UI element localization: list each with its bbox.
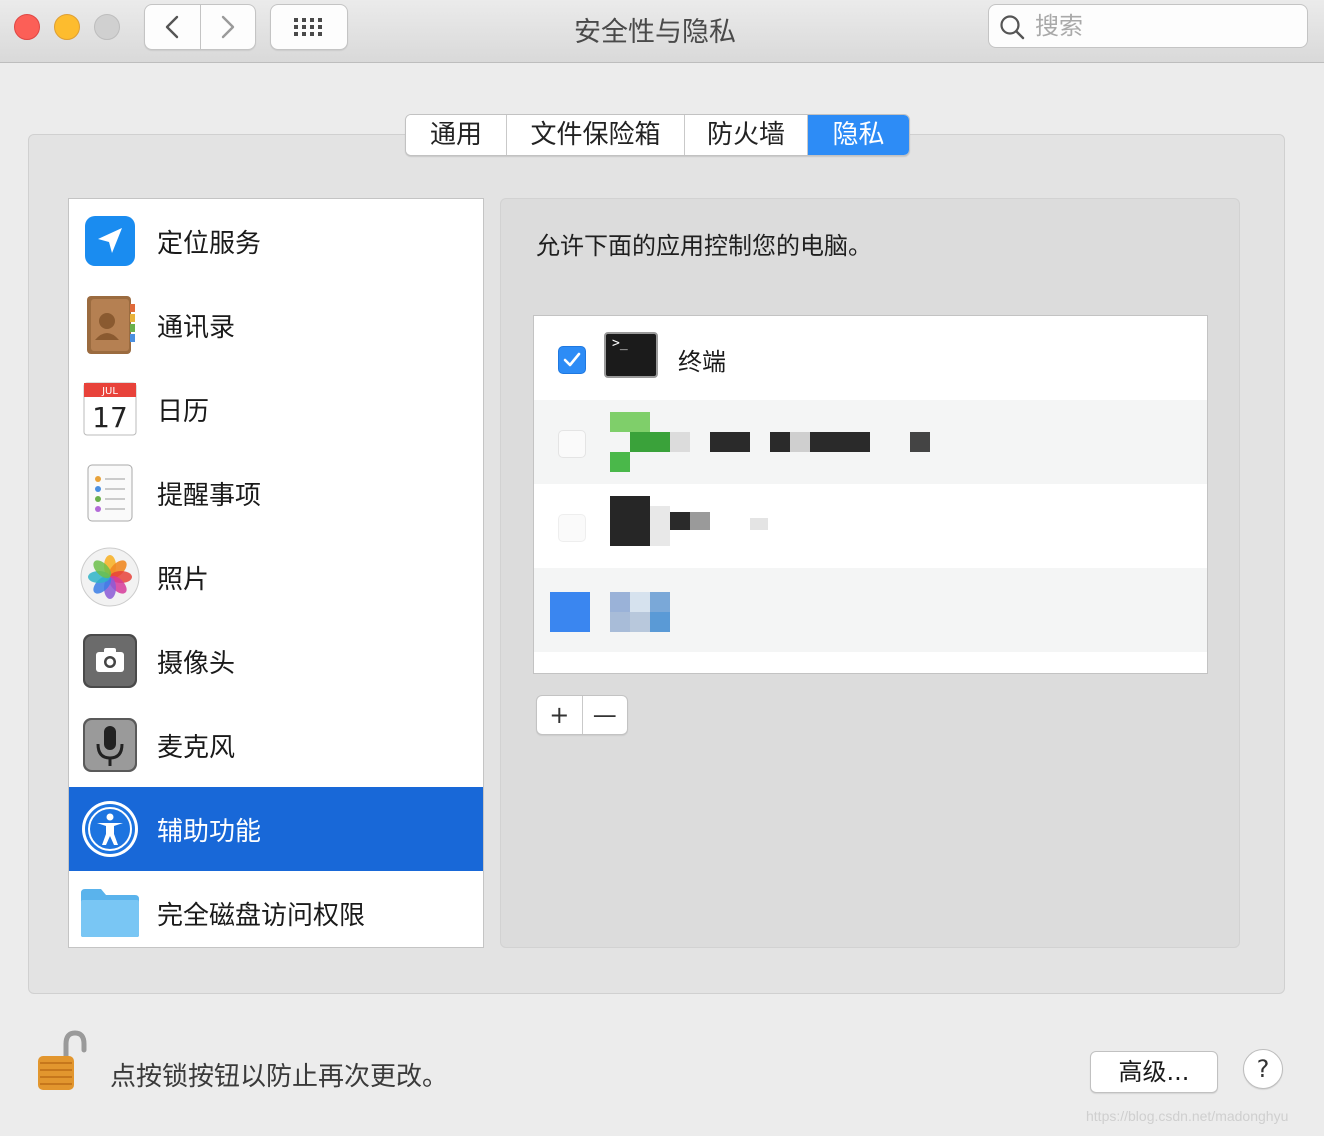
back-button[interactable]: [145, 5, 200, 49]
sidebar-item-camera[interactable]: 摄像头: [69, 619, 483, 703]
search-field[interactable]: [988, 4, 1308, 48]
sidebar-item-location-services[interactable]: 定位服务: [69, 199, 483, 283]
navigation-buttons: [144, 4, 256, 50]
camera-icon: [79, 630, 141, 692]
sidebar-item-microphone[interactable]: 麦克风: [69, 703, 483, 787]
sidebar-item-label: 提醒事项: [157, 480, 262, 511]
search-input[interactable]: [1033, 9, 1297, 43]
show-all-button[interactable]: [270, 4, 348, 50]
app-name: 终端: [678, 348, 726, 376]
checkmark-icon: [563, 352, 581, 367]
advanced-button[interactable]: 高级...: [1090, 1051, 1218, 1093]
sidebar-item-contacts[interactable]: 通讯录: [69, 283, 483, 367]
calendar-day-text: 17: [92, 401, 128, 434]
window-title: 安全性与隐私: [574, 17, 736, 48]
sidebar-item-calendar[interactable]: JUL 17 日历: [69, 367, 483, 451]
sidebar-item-label: 麦克风: [157, 732, 236, 763]
sidebar-item-label: 通讯录: [157, 312, 236, 343]
sidebar-item-label: 日历: [157, 396, 210, 427]
tab-bar: 通用 文件保险箱 防火墙 隐私: [405, 114, 910, 156]
sidebar-item-label: 照片: [157, 564, 210, 595]
add-app-button[interactable]: +: [537, 696, 582, 734]
title-bar: 安全性与隐私: [0, 0, 1324, 63]
privacy-category-list: 定位服务 通讯录 JUL 17 日历 提醒事项 照片 摄像头 麦克风 辅助功能 …: [68, 198, 484, 948]
sidebar-item-reminders[interactable]: 提醒事项: [69, 451, 483, 535]
tab-privacy[interactable]: 隐私: [807, 115, 909, 155]
watermark-text: https://blog.csdn.net/madonghyu: [1086, 1108, 1289, 1124]
app-row[interactable]: [534, 568, 1207, 652]
remove-app-button[interactable]: —: [581, 696, 628, 734]
add-remove-buttons: + —: [536, 695, 628, 735]
app-checkbox[interactable]: [558, 514, 586, 542]
sidebar-item-label: 定位服务: [157, 228, 262, 259]
forward-button[interactable]: [199, 5, 256, 49]
close-window-button[interactable]: [14, 14, 40, 40]
sidebar-item-photos[interactable]: 照片: [69, 535, 483, 619]
sidebar-item-label: 辅助功能: [157, 816, 262, 847]
search-icon: [1000, 15, 1025, 40]
sidebar-item-label: 摄像头: [157, 648, 236, 679]
tab-general[interactable]: 通用: [406, 115, 506, 155]
reminders-icon: [79, 462, 141, 524]
terminal-prompt: >_: [612, 336, 628, 351]
app-row[interactable]: [534, 484, 1207, 568]
microphone-icon: [79, 714, 141, 776]
app-checkbox[interactable]: [558, 346, 586, 374]
tab-filevault[interactable]: 文件保险箱: [506, 115, 684, 155]
accessibility-icon: [79, 798, 141, 860]
app-list: >_ 终端: [533, 315, 1208, 674]
sidebar-item-full-disk-access[interactable]: 完全磁盘访问权限: [69, 871, 483, 955]
chevron-right-icon: [221, 15, 234, 39]
app-checkbox[interactable]: [558, 430, 586, 458]
app-row[interactable]: >_ 终端: [534, 316, 1207, 400]
minimize-window-button[interactable]: [54, 14, 80, 40]
terminal-icon: >_: [604, 332, 658, 378]
location-icon: [79, 210, 141, 272]
grid-icon: [294, 18, 322, 36]
sidebar-item-label: 完全磁盘访问权限: [157, 900, 366, 931]
calendar-icon: JUL 17: [79, 378, 141, 440]
calendar-month-text: JUL: [101, 386, 118, 397]
chevron-left-icon: [166, 15, 179, 39]
zoom-window-button[interactable]: [94, 14, 120, 40]
app-row[interactable]: [534, 400, 1207, 484]
pane-description: 允许下面的应用控制您的电脑。: [536, 232, 872, 260]
help-button[interactable]: ?: [1243, 1049, 1283, 1089]
tab-firewall[interactable]: 防火墙: [684, 115, 807, 155]
sidebar-item-accessibility[interactable]: 辅助功能: [69, 787, 483, 871]
lock-icon[interactable]: [36, 1030, 90, 1096]
contacts-icon: [79, 294, 141, 356]
folder-icon: [79, 882, 141, 944]
photos-icon: [79, 546, 141, 608]
lock-hint-text: 点按锁按钮以防止再次更改。: [110, 1062, 449, 1092]
